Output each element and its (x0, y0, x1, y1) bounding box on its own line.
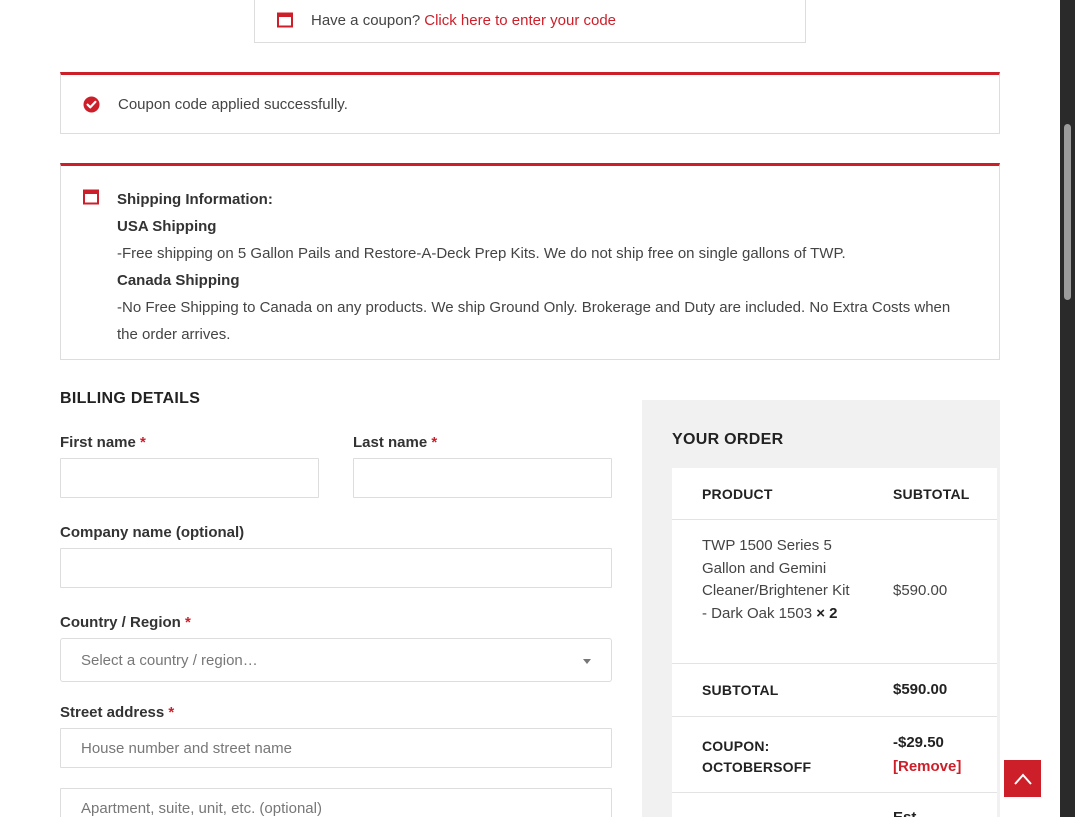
shipping-info-title: Shipping Information: (117, 191, 273, 208)
first-name-label: First name * (60, 434, 146, 451)
product-name: TWP 1500 Series 5 Gallon and Gemini Clea… (702, 535, 852, 625)
apartment-field[interactable] (60, 788, 612, 817)
product-price: $590.00 (893, 582, 948, 599)
street-address-label: Street address * (60, 704, 174, 721)
dropdown-arrow-icon (583, 659, 591, 664)
product-column-header: PRODUCT (702, 486, 773, 502)
coupon-prompt: Have a coupon? (311, 11, 421, 29)
calendar-icon (83, 189, 99, 205)
order-review-panel: YOUR ORDER PRODUCT SUBTOTAL TWP 1500 Ser… (642, 400, 1000, 817)
last-name-label: Last name * (353, 434, 437, 451)
required-mark: * (168, 704, 175, 721)
shipping-value-partial: Est (893, 809, 916, 817)
last-name-label-text: Last name (353, 434, 428, 451)
success-message: Coupon code applied successfully. (118, 95, 348, 113)
shipping-row: Est (672, 793, 997, 817)
street-address-label-text: Street address (60, 704, 165, 721)
shipping-info-body: Shipping Information: USA Shipping -Free… (117, 186, 977, 348)
order-table-header: PRODUCT SUBTOTAL (672, 468, 997, 520)
subtotal-value: $590.00 (893, 681, 948, 698)
country-label-text: Country / Region (60, 614, 181, 631)
success-notice: Coupon code applied successfully. (60, 72, 1000, 134)
coupon-discount-value: -$29.50 (893, 734, 944, 751)
calendar-icon (277, 12, 293, 28)
remove-coupon-link[interactable]: [Remove] (893, 758, 961, 775)
order-table: PRODUCT SUBTOTAL TWP 1500 Series 5 Gallo… (672, 468, 997, 817)
required-mark: * (185, 614, 191, 631)
coupon-toggle-bar: Have a coupon? Click here to enter your … (254, 0, 806, 43)
subtotal-column-header: SUBTOTAL (893, 486, 970, 502)
usa-shipping-text: -Free shipping on 5 Gallon Pails and Res… (117, 245, 846, 262)
subtotal-label: SUBTOTAL (702, 682, 779, 698)
product-quantity: × 2 (816, 604, 838, 622)
country-select-placeholder: Select a country / region… (81, 651, 258, 669)
canada-shipping-text: -No Free Shipping to Canada on any produ… (117, 299, 951, 343)
order-item-row: TWP 1500 Series 5 Gallon and Gemini Clea… (672, 520, 997, 664)
country-select[interactable]: Select a country / region… (60, 638, 612, 682)
coupon-row: COUPON: OCTOBERSOFF -$29.50 [Remove] (672, 717, 997, 793)
usa-shipping-heading: USA Shipping (117, 218, 217, 235)
first-name-label-text: First name (60, 434, 136, 451)
back-to-top-button[interactable] (1004, 760, 1041, 797)
required-mark: * (140, 434, 146, 451)
company-name-label: Company name (optional) (60, 524, 245, 541)
scrollbar-thumb[interactable] (1064, 124, 1071, 300)
subtotal-row: SUBTOTAL $590.00 (672, 664, 997, 717)
billing-details-title: BILLING DETAILS (60, 390, 201, 407)
coupon-label: COUPON: OCTOBERSOFF (702, 738, 812, 775)
canada-shipping-heading: Canada Shipping (117, 272, 240, 289)
enter-coupon-link[interactable]: Click here to enter your code (424, 12, 616, 29)
street-address-field[interactable] (60, 728, 612, 768)
company-name-field[interactable] (60, 548, 612, 588)
check-circle-icon (83, 96, 100, 113)
last-name-field[interactable] (353, 458, 612, 498)
required-mark: * (431, 434, 438, 451)
shipping-info-notice: Shipping Information: USA Shipping -Free… (60, 163, 1000, 360)
chevron-up-icon (1013, 772, 1032, 785)
first-name-field[interactable] (60, 458, 319, 498)
order-title: YOUR ORDER (672, 431, 784, 448)
country-label: Country / Region * (60, 614, 191, 631)
scrollbar[interactable] (1060, 0, 1075, 817)
